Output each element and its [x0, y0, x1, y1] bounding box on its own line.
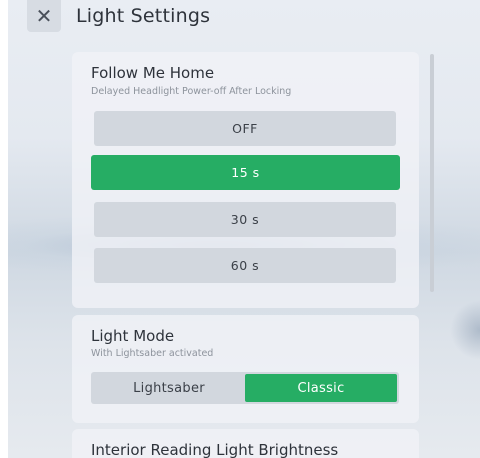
follow-me-home-subtitle: Delayed Headlight Power-off After Lockin…: [91, 86, 292, 97]
follow-me-home-card: Follow Me Home Delayed Headlight Power-o…: [72, 52, 419, 308]
interior-reading-light-title: Interior Reading Light Brightness: [91, 441, 339, 458]
light-settings-panel: ✕ Light Settings Follow Me Home Delayed …: [8, 0, 480, 458]
light-mode-subtitle: With Lightsaber activated: [91, 348, 214, 359]
option-off[interactable]: OFF: [94, 111, 396, 146]
follow-me-home-title: Follow Me Home: [91, 64, 215, 82]
option-60s[interactable]: 60 s: [94, 248, 396, 283]
light-mode-card: Light Mode With Lightsaber activated Lig…: [72, 315, 419, 423]
scrollbar[interactable]: [430, 54, 434, 292]
classic-option[interactable]: Classic: [245, 374, 397, 402]
option-15s[interactable]: 15 s: [91, 155, 400, 190]
option-30s[interactable]: 30 s: [94, 202, 396, 237]
light-mode-title: Light Mode: [91, 327, 175, 345]
interior-reading-light-card: Interior Reading Light Brightness: [72, 429, 419, 458]
close-button[interactable]: ✕: [27, 0, 61, 32]
page-title: Light Settings: [76, 5, 211, 27]
light-mode-toggle: Lightsaber Classic: [91, 372, 399, 404]
lightsaber-option[interactable]: Lightsaber: [93, 374, 245, 402]
close-icon: ✕: [35, 4, 53, 28]
